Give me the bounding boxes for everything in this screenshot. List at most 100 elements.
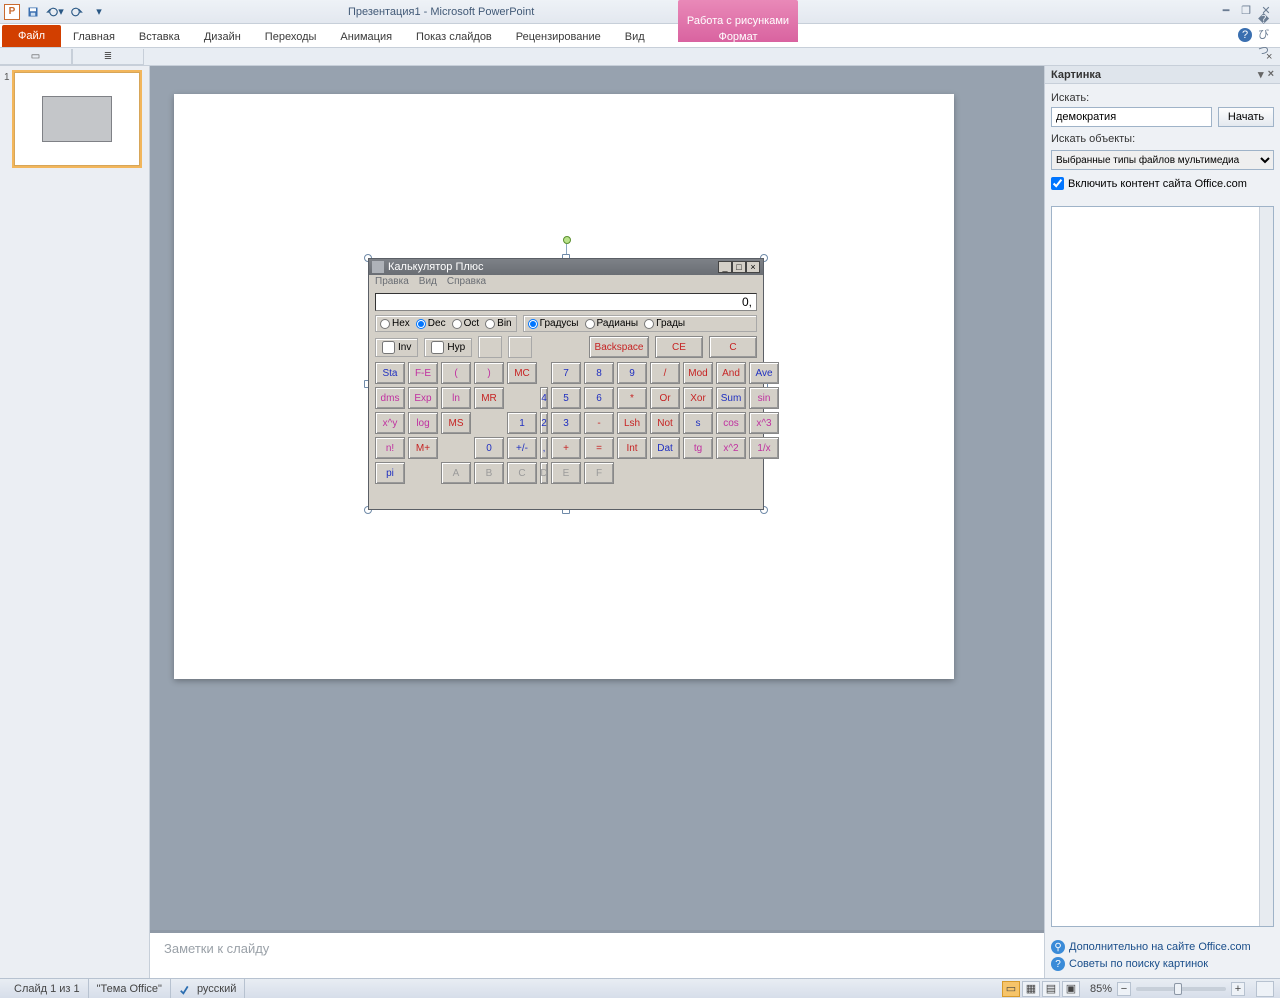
zoom-slider[interactable] [1136, 987, 1226, 991]
status-language[interactable]: русский [171, 979, 245, 998]
calc-key-D: D [540, 462, 548, 484]
calc-key-7: 7 [551, 362, 581, 384]
ribbon-tabs: Файл Главная Вставка Дизайн Переходы Ани… [0, 24, 1280, 48]
taskpane-header: Картинка ▾ × [1045, 66, 1280, 84]
undo-icon[interactable]: ▾ [46, 3, 64, 21]
calc-key-cos: cos [716, 412, 746, 434]
search-row: Начать [1051, 107, 1274, 127]
tab-view[interactable]: Вид [613, 27, 657, 47]
object-type-select[interactable]: Выбранные типы файлов мультимедиа [1051, 150, 1274, 170]
status-slide: Слайд 1 из 1 [6, 979, 89, 998]
rotation-handle[interactable] [563, 236, 571, 244]
thumbnail-number: 1 [4, 72, 10, 166]
calc-key-Or: Or [650, 387, 680, 409]
slides-tab-button[interactable]: ▭ [0, 49, 72, 65]
tab-transitions[interactable]: Переходы [253, 27, 329, 47]
minimize-icon[interactable]: ━ [1218, 3, 1234, 17]
save-icon[interactable] [24, 3, 42, 21]
calc-key-pi: pi [375, 462, 405, 484]
tab-format[interactable]: Формат [678, 27, 798, 47]
taskpane-close-icon[interactable]: × [1268, 68, 1274, 81]
calc-key-: * [617, 387, 647, 409]
calc-key-5: 5 [551, 387, 581, 409]
ribbon-collapse-icon[interactable]: �びつ [1258, 28, 1272, 42]
link-more-office[interactable]: ⚲Дополнительно на сайте Office.com [1051, 940, 1274, 954]
calc-app-icon [372, 261, 384, 273]
slideshow-view-button[interactable]: ▣ [1062, 981, 1080, 997]
calc-check-row: Inv Hyp Backspace CE C [375, 336, 757, 358]
ribbon-help-icon[interactable]: ? [1238, 28, 1252, 42]
results-area [1051, 206, 1274, 927]
calc-inv-checkbox: Inv [375, 338, 418, 357]
include-office-input[interactable] [1051, 177, 1064, 190]
zoom-in-button[interactable]: + [1231, 982, 1245, 996]
calc-key-1x: 1/x [749, 437, 779, 459]
taskpane-body: Искать: Начать Искать объекты: Выбранные… [1045, 84, 1280, 200]
calc-key-0: 0 [474, 437, 504, 459]
qat-dropdown-icon[interactable]: ▾ [90, 3, 108, 21]
notes-pane[interactable]: Заметки к слайду [150, 930, 1044, 978]
calc-ce-button: CE [655, 336, 703, 358]
picture-tools-label: Работа с рисунками [678, 15, 798, 27]
zoom-slider-thumb[interactable] [1174, 983, 1182, 995]
taskpane-links: ⚲Дополнительно на сайте Office.com ?Сове… [1045, 933, 1280, 978]
calc-key-6: 6 [584, 387, 614, 409]
restore-icon[interactable]: ❐ [1238, 3, 1254, 17]
tab-insert[interactable]: Вставка [127, 27, 192, 47]
calc-key-2: 2 [540, 412, 548, 434]
file-tab[interactable]: Файл [2, 25, 61, 47]
taskpane-title: Картинка [1051, 69, 1101, 81]
slide-editor[interactable]: Калькулятор Плюс _ □ × Правка Вид Справк… [150, 66, 1044, 978]
calc-key-F: F [584, 462, 614, 484]
redo-icon[interactable] [68, 3, 86, 21]
calc-key-: ) [474, 362, 504, 384]
search-input[interactable] [1051, 107, 1212, 127]
calc-menu-view: Вид [419, 276, 437, 290]
calc-key-Mod: Mod [683, 362, 713, 384]
app-icon[interactable]: P [4, 4, 20, 20]
calc-key-MR: MR [474, 387, 504, 409]
zoom-controls: 85% − + [1090, 981, 1274, 997]
taskpane-header-controls: ▾ × [1258, 68, 1274, 81]
start-search-button[interactable]: Начать [1218, 107, 1274, 127]
calc-key-: = [584, 437, 614, 459]
status-theme: "Тема Office" [89, 979, 171, 998]
calc-key-Sta: Sta [375, 362, 405, 384]
include-office-checkbox[interactable]: Включить контент сайта Office.com [1051, 177, 1274, 190]
status-bar: Слайд 1 из 1 "Тема Office" русский ▭ ▦ ▤… [0, 978, 1280, 998]
calc-key-E: E [551, 462, 581, 484]
thumbnail-preview [14, 72, 140, 166]
tab-design[interactable]: Дизайн [192, 27, 253, 47]
taskpane-dropdown-icon[interactable]: ▾ [1258, 68, 1264, 81]
tab-review[interactable]: Рецензирование [504, 27, 613, 47]
reading-view-button[interactable]: ▤ [1042, 981, 1060, 997]
calc-backspace-button: Backspace [589, 336, 649, 358]
tab-animations[interactable]: Анимация [328, 27, 404, 47]
sorter-view-button[interactable]: ▦ [1022, 981, 1040, 997]
calc-minimize-icon: _ [718, 261, 732, 273]
calc-hyp-checkbox: Hyp [424, 338, 472, 357]
calc-c-button: C [709, 336, 757, 358]
title-bar: P ▾ ▾ Презентация1 - Microsoft PowerPoin… [0, 0, 1280, 24]
calc-key-log: log [408, 412, 438, 434]
results-scrollbar[interactable] [1259, 207, 1273, 926]
tab-slideshow[interactable]: Показ слайдов [404, 27, 504, 47]
calc-key-xy: x^y [375, 412, 405, 434]
link-search-tips[interactable]: ?Советы по поиску картинок [1051, 957, 1274, 971]
calc-angle-group: Градусы Радианы Грады [523, 315, 757, 332]
normal-view-button[interactable]: ▭ [1002, 981, 1020, 997]
calc-key-B: B [474, 462, 504, 484]
zoom-value[interactable]: 85% [1090, 983, 1112, 995]
outline-tab-button[interactable]: ≣ [72, 49, 144, 65]
tab-home[interactable]: Главная [61, 27, 127, 47]
quick-access-toolbar: P ▾ ▾ [0, 3, 108, 21]
calc-key-Ave: Ave [749, 362, 779, 384]
globe-icon: ⚲ [1051, 940, 1065, 954]
calc-key-And: And [716, 362, 746, 384]
help-icon: ? [1051, 957, 1065, 971]
selected-picture[interactable]: Калькулятор Плюс _ □ × Правка Вид Справк… [368, 258, 764, 510]
include-office-label: Включить контент сайта Office.com [1068, 178, 1247, 190]
fit-to-window-button[interactable] [1256, 981, 1274, 997]
zoom-out-button[interactable]: − [1117, 982, 1131, 996]
thumbnail-1[interactable]: 1 [4, 72, 145, 166]
